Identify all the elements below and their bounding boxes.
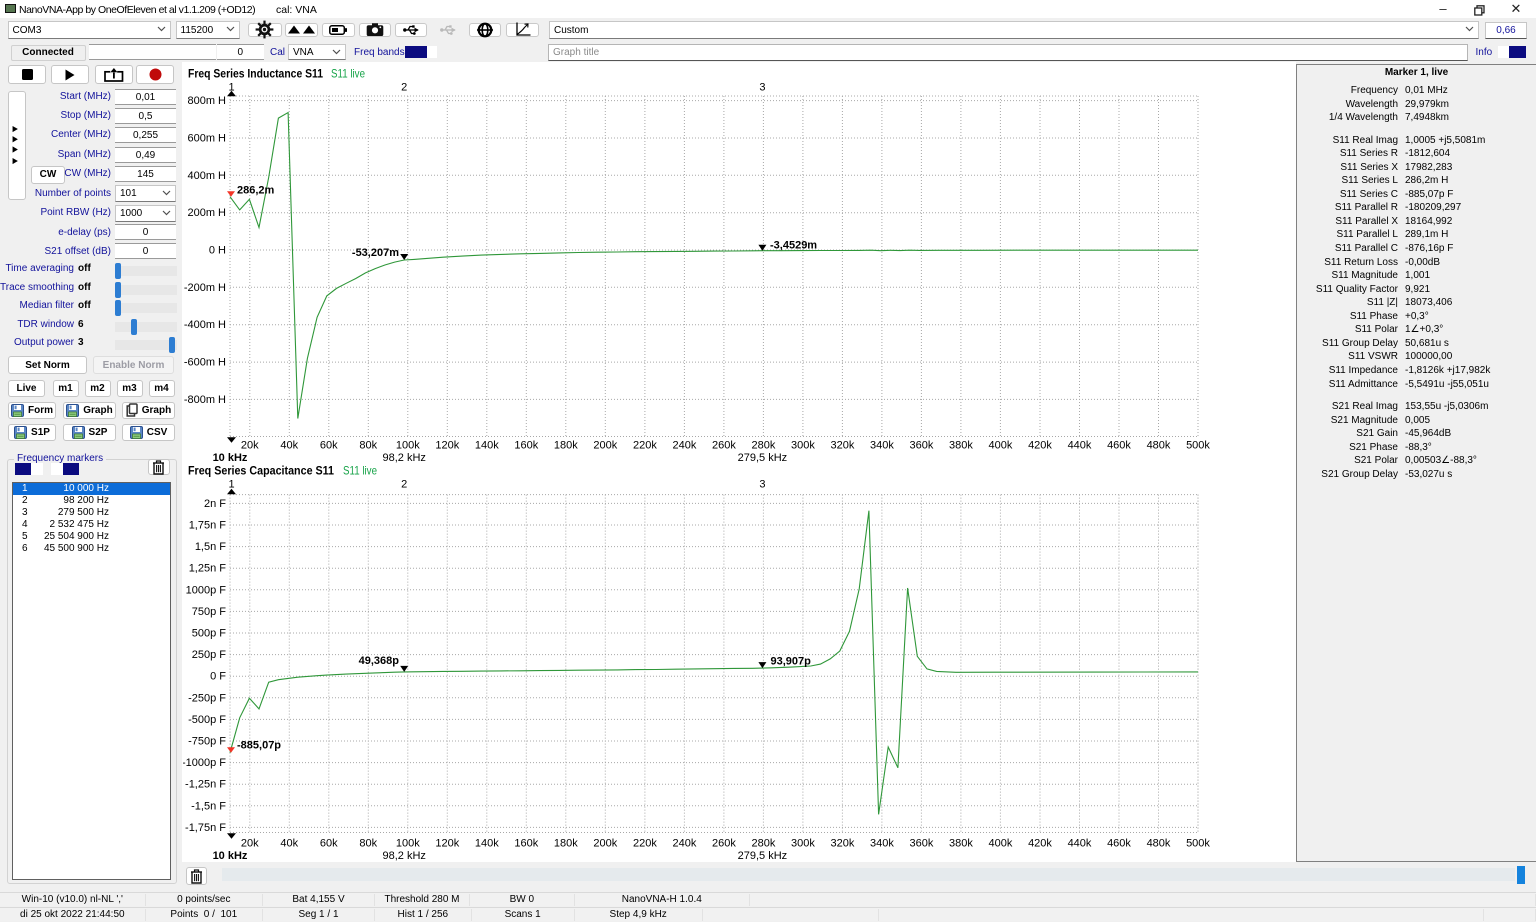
svg-text:100k: 100k [396, 838, 420, 850]
svg-text:600m H: 600m H [187, 133, 226, 145]
svg-text:280k: 280k [751, 440, 775, 452]
svg-text:420k: 420k [1028, 838, 1052, 850]
svg-text:440k: 440k [1068, 838, 1092, 850]
svg-text:10 kHz: 10 kHz [213, 850, 248, 862]
svg-text:10 kHz: 10 kHz [213, 452, 248, 464]
svg-text:-1,75n F: -1,75n F [185, 822, 226, 834]
svg-text:220k: 220k [633, 838, 657, 850]
svg-text:400k: 400k [988, 838, 1012, 850]
svg-text:140k: 140k [475, 440, 499, 452]
svg-text:200k: 200k [593, 838, 617, 850]
svg-text:380k: 380k [949, 838, 973, 850]
svg-text:1000p F: 1000p F [186, 584, 227, 596]
svg-text:0 H: 0 H [209, 245, 226, 257]
svg-text:420k: 420k [1028, 440, 1052, 452]
svg-text:340k: 340k [870, 838, 894, 850]
svg-text:80k: 80k [359, 838, 377, 850]
svg-text:98,2 kHz: 98,2 kHz [382, 850, 425, 862]
svg-text:460k: 460k [1107, 440, 1131, 452]
svg-text:-750p F: -750p F [188, 736, 226, 748]
svg-text:260k: 260k [712, 440, 736, 452]
svg-text:800m H: 800m H [187, 95, 226, 107]
svg-text:40k: 40k [280, 440, 298, 452]
svg-text:360k: 360k [909, 440, 933, 452]
svg-text:500k: 500k [1186, 440, 1210, 452]
svg-text:460k: 460k [1107, 838, 1131, 850]
svg-text:-500p F: -500p F [188, 714, 226, 726]
svg-text:279,5 kHz: 279,5 kHz [738, 850, 788, 862]
svg-text:S11 live: S11 live [343, 464, 377, 478]
svg-text:380k: 380k [949, 440, 973, 452]
svg-text:-400m H: -400m H [184, 319, 226, 331]
svg-text:1,75n F: 1,75n F [189, 520, 227, 532]
svg-text:320k: 320k [830, 838, 854, 850]
svg-text:320k: 320k [830, 440, 854, 452]
svg-text:S11 live: S11 live [331, 67, 365, 81]
svg-text:-1,5n F: -1,5n F [191, 800, 226, 812]
svg-text:200k: 200k [593, 440, 617, 452]
svg-text:-200m H: -200m H [184, 282, 226, 294]
svg-text:480k: 480k [1147, 838, 1171, 850]
svg-text:160k: 160k [514, 838, 538, 850]
svg-text:2: 2 [401, 479, 407, 491]
svg-text:286,2m: 286,2m [237, 185, 275, 197]
svg-text:120k: 120k [435, 440, 459, 452]
svg-text:180k: 180k [554, 838, 578, 850]
svg-text:500k: 500k [1186, 838, 1210, 850]
svg-text:300k: 300k [791, 838, 815, 850]
svg-text:60k: 60k [320, 838, 338, 850]
svg-text:-3,4529m: -3,4529m [770, 240, 817, 252]
svg-text:340k: 340k [870, 440, 894, 452]
svg-text:Freq Series Capacitance S11: Freq Series Capacitance S11 [188, 464, 334, 478]
svg-text:3: 3 [759, 82, 765, 94]
svg-text:2: 2 [401, 82, 407, 94]
svg-text:98,2 kHz: 98,2 kHz [382, 452, 425, 464]
svg-text:93,907p: 93,907p [771, 656, 812, 668]
svg-text:2n F: 2n F [204, 498, 226, 510]
svg-text:140k: 140k [475, 838, 499, 850]
svg-text:240k: 240k [672, 440, 696, 452]
svg-text:-53,207m: -53,207m [352, 247, 399, 259]
svg-text:240k: 240k [672, 838, 696, 850]
svg-text:Freq Series Inductance S11: Freq Series Inductance S11 [188, 67, 323, 81]
svg-text:500p F: 500p F [192, 628, 227, 640]
svg-text:0 F: 0 F [210, 671, 226, 683]
svg-text:100k: 100k [396, 440, 420, 452]
svg-text:-1000p F: -1000p F [183, 757, 226, 769]
svg-text:1,25n F: 1,25n F [189, 563, 227, 575]
svg-text:260k: 260k [712, 838, 736, 850]
svg-text:-600m H: -600m H [184, 357, 226, 369]
svg-text:400k: 400k [988, 440, 1012, 452]
svg-text:-800m H: -800m H [184, 394, 226, 406]
svg-text:160k: 160k [514, 440, 538, 452]
svg-text:180k: 180k [554, 440, 578, 452]
svg-text:750p F: 750p F [192, 606, 227, 618]
svg-text:220k: 220k [633, 440, 657, 452]
svg-text:-1,25n F: -1,25n F [185, 779, 226, 791]
svg-text:360k: 360k [909, 838, 933, 850]
svg-text:280k: 280k [751, 838, 775, 850]
svg-text:3: 3 [759, 479, 765, 491]
svg-text:-885,07p: -885,07p [237, 740, 281, 752]
svg-text:80k: 80k [359, 440, 377, 452]
svg-text:200m H: 200m H [187, 207, 226, 219]
svg-text:49,368p: 49,368p [359, 655, 400, 667]
svg-text:20k: 20k [241, 838, 259, 850]
svg-text:60k: 60k [320, 440, 338, 452]
svg-text:440k: 440k [1068, 440, 1092, 452]
svg-text:1: 1 [228, 479, 234, 491]
svg-text:400m H: 400m H [187, 170, 226, 182]
svg-text:1,5n F: 1,5n F [195, 541, 226, 553]
svg-text:300k: 300k [791, 440, 815, 452]
svg-text:120k: 120k [435, 838, 459, 850]
svg-text:20k: 20k [241, 440, 259, 452]
svg-text:40k: 40k [280, 838, 298, 850]
svg-text:480k: 480k [1147, 440, 1171, 452]
svg-text:279,5 kHz: 279,5 kHz [738, 452, 788, 464]
svg-text:-250p F: -250p F [188, 692, 226, 704]
svg-text:250p F: 250p F [192, 649, 227, 661]
